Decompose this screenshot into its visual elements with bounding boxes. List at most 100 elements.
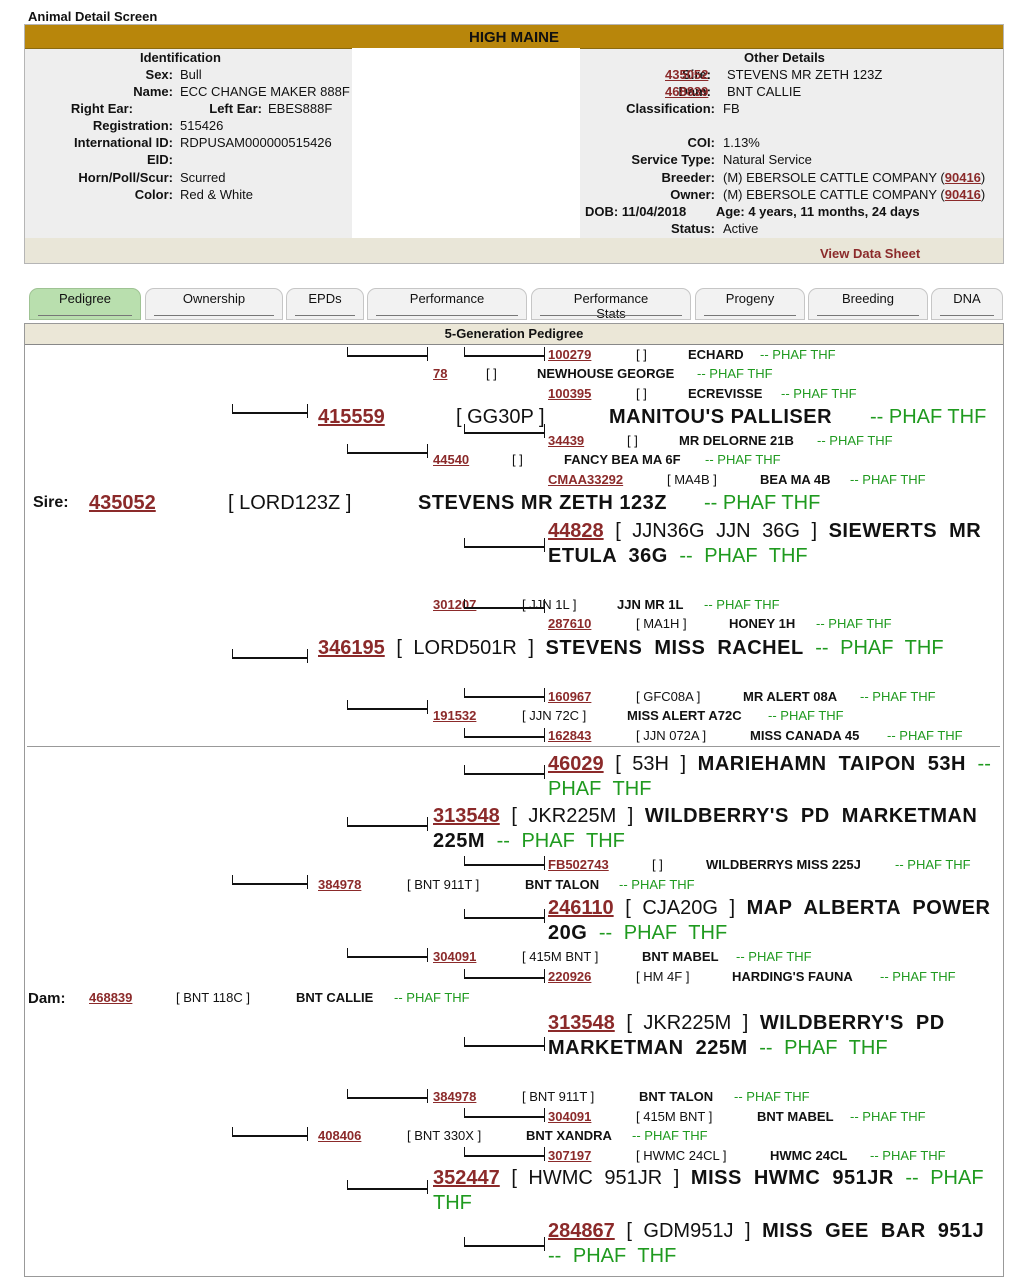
- registration-link[interactable]: 246110: [548, 897, 614, 919]
- registration-link[interactable]: 287610: [548, 616, 591, 631]
- registration-link[interactable]: 100279: [548, 347, 591, 362]
- animal-name: HARDING'S FAUNA: [732, 969, 853, 984]
- herd-id: [ LORD501R ]: [396, 637, 534, 659]
- registration-link[interactable]: 384978: [433, 1089, 476, 1104]
- registration-link[interactable]: CMAA33292: [548, 472, 623, 487]
- sire-side-label: Sire:: [33, 494, 69, 511]
- name-label: Name:: [133, 84, 173, 99]
- coi-label: COI:: [687, 135, 715, 150]
- registration-link[interactable]: 160967: [548, 689, 591, 704]
- registration-link[interactable]: 284867: [548, 1220, 615, 1242]
- pedigree-entry-stevens-miss-rachel: 346195 [ LORD501R ] STEVENS MISS RACHEL …: [318, 636, 978, 661]
- screen-title: Animal Detail Screen: [28, 9, 158, 24]
- registration-link[interactable]: 78: [433, 366, 447, 381]
- herd-id: [ JJN36G JJN 36G ]: [615, 520, 818, 542]
- tab-ownership[interactable]: Ownership: [145, 288, 283, 320]
- registration-link[interactable]: 468839: [89, 990, 132, 1005]
- service-type-value: Natural Service: [723, 152, 812, 167]
- registration-link[interactable]: 307197: [548, 1148, 591, 1163]
- registration-link[interactable]: 44828: [548, 520, 604, 542]
- age-value: 4 years, 11 months, 24 days: [748, 204, 920, 219]
- service-type-label: Service Type:: [631, 152, 715, 167]
- herd-id: [ MA4B ]: [667, 472, 717, 487]
- breeder-id-link[interactable]: 90416: [945, 170, 981, 185]
- registration-link[interactable]: 220926: [548, 969, 591, 984]
- breed-code: -- PHAF THF: [895, 857, 971, 872]
- animal-name: BEA MA 4B: [760, 472, 831, 487]
- breed-code: -- PHAF THF: [817, 433, 893, 448]
- herd-id: [ HM 4F ]: [636, 969, 690, 984]
- sire-name: STEVENS MR ZETH 123Z: [727, 67, 883, 82]
- tab-dna[interactable]: DNA: [931, 288, 1003, 320]
- registration-link[interactable]: 46029: [548, 753, 604, 775]
- registration-link[interactable]: FB502743: [548, 857, 609, 872]
- registration-link[interactable]: 34439: [548, 433, 584, 448]
- owner-id-link[interactable]: 90416: [945, 187, 981, 202]
- sire-id-link[interactable]: 435052: [665, 67, 708, 82]
- breed-code: -- PHAF THF: [704, 597, 780, 612]
- herd-id: [ CJA20G ]: [625, 897, 736, 919]
- registration-link[interactable]: 408406: [318, 1128, 361, 1143]
- animal-name: MISS GEE BAR 951J: [762, 1220, 985, 1242]
- registration-link[interactable]: 415559: [318, 405, 385, 430]
- registration-link[interactable]: 100395: [548, 386, 591, 401]
- pedigree-entry-miss-hwmc-951jr: 352447 [ HWMC 951JR ] MISS HWMC 951JR --…: [433, 1166, 993, 1216]
- herd-id: [ MA1H ]: [636, 616, 687, 631]
- registration-link[interactable]: 313548: [433, 805, 500, 827]
- pedigree-entry-siewerts-mr-etula: 44828 [ JJN36G JJN 36G ] SIEWERTS MR ETU…: [548, 519, 998, 569]
- tab-bar: Pedigree Ownership EPDs Performance Perf…: [24, 288, 1009, 322]
- tab-progeny[interactable]: Progeny: [695, 288, 805, 320]
- name-value: ECC CHANGE MAKER 888F: [180, 84, 350, 99]
- registration-link[interactable]: 435052: [89, 491, 156, 516]
- animal-name: BNT CALLIE: [296, 990, 374, 1005]
- tab-pedigree[interactable]: Pedigree: [29, 288, 141, 320]
- registration-link[interactable]: 301207: [433, 597, 476, 612]
- tab-performance-stats[interactable]: Performance Stats: [531, 288, 691, 321]
- animal-name: BNT TALON: [525, 877, 600, 892]
- registration-link[interactable]: 162843: [548, 728, 591, 743]
- breed-code: -- PHAF THF: [496, 830, 625, 852]
- view-data-sheet-link[interactable]: View Data Sheet: [820, 246, 920, 261]
- breed-code: -- PHAF THF: [705, 452, 781, 467]
- tab-performance[interactable]: Performance: [367, 288, 527, 320]
- tab-breeding[interactable]: Breeding: [808, 288, 928, 320]
- registration-link[interactable]: 352447: [433, 1167, 500, 1189]
- herd-id: [ 53H ]: [615, 753, 687, 775]
- status-value: Active: [723, 221, 759, 236]
- animal-name: BNT XANDRA: [526, 1128, 612, 1143]
- animal-name: ECREVISSE: [688, 386, 763, 401]
- registration-link[interactable]: 191532: [433, 708, 476, 723]
- dam-id-link[interactable]: 468839: [665, 84, 708, 99]
- identification-heading: Identification: [140, 50, 221, 65]
- tab-epds[interactable]: EPDs: [286, 288, 364, 320]
- breeder-value: (M) EBERSOLE CATTLE COMPANY (: [723, 170, 945, 185]
- color-value: Red & White: [180, 187, 253, 202]
- registration-link[interactable]: 384978: [318, 877, 361, 892]
- horn-poll-scur-label: Horn/Poll/Scur:: [78, 170, 173, 185]
- pedigree-entry-miss-gee-bar: 284867 [ GDM951J ] MISS GEE BAR 951J -- …: [548, 1219, 998, 1269]
- breed-code: -- PHAF THF: [816, 616, 892, 631]
- animal-name: MANITOU'S PALLISER: [609, 406, 833, 428]
- breed-code: -- PHAF THF: [781, 386, 857, 401]
- animal-name: BNT MABEL: [642, 949, 719, 964]
- breed-code: -- PHAF THF: [548, 1245, 677, 1267]
- pedigree-entry-wildberrys-pd-marketman: 313548 [ JKR225M ] WILDBERRY'S PD MARKET…: [433, 804, 993, 854]
- animal-name: BNT TALON: [639, 1089, 714, 1104]
- herd-id: [ GG30P ]: [456, 406, 545, 428]
- animal-name: NEWHOUSE GEORGE: [537, 366, 675, 381]
- herd-id: [ ]: [636, 347, 647, 362]
- animal-name: MR DELORNE 21B: [679, 433, 794, 448]
- breed-code: -- PHAF THF: [887, 728, 963, 743]
- registration-link[interactable]: 313548: [548, 1012, 615, 1034]
- herd-id: [ JJN 072A ]: [636, 728, 707, 743]
- herd-id: [ 415M BNT ]: [522, 949, 599, 964]
- breed-code: -- PHAF THF: [697, 366, 773, 381]
- registration-link[interactable]: 44540: [433, 452, 469, 467]
- registration-link[interactable]: 346195: [318, 637, 385, 659]
- registration-link[interactable]: 304091: [433, 949, 476, 964]
- owner-value: (M) EBERSOLE CATTLE COMPANY (: [723, 187, 945, 202]
- herd-id: [ ]: [486, 366, 497, 381]
- registration-link[interactable]: 304091: [548, 1109, 591, 1124]
- animal-name: STEVENS MR ZETH 123Z: [418, 492, 667, 514]
- sex-value: Bull: [180, 67, 202, 82]
